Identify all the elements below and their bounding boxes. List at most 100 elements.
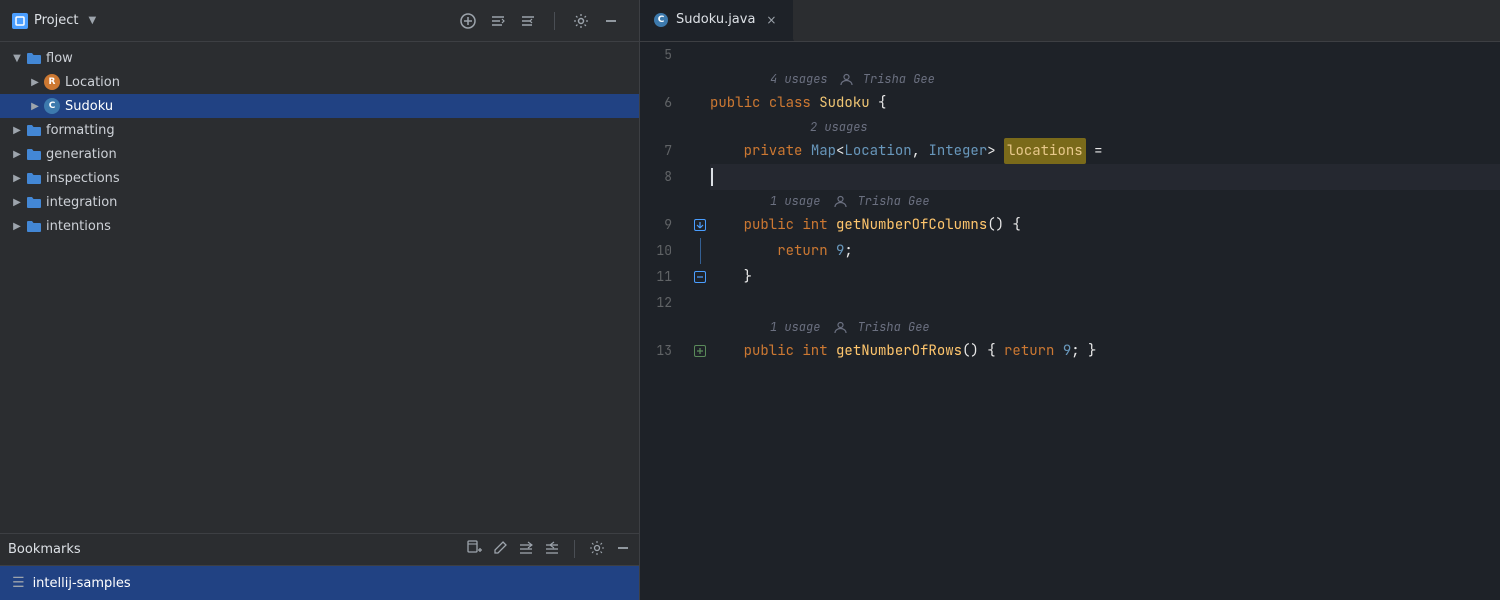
code-token-integer: Integer xyxy=(928,138,987,164)
tabs-container: C Sudoku.java × xyxy=(640,0,1500,41)
tree-arrow-location: ▶ xyxy=(26,77,44,88)
editor-gutter xyxy=(690,42,710,600)
folder-icon-formatting xyxy=(26,123,42,137)
tree-item-label-inspections: inspections xyxy=(46,171,120,186)
project-tree[interactable]: ▼ flow ▶ R Location ▶ C Sudok xyxy=(0,42,639,533)
line-num-5: 5 xyxy=(640,42,680,68)
line-num-7: 7 xyxy=(640,138,680,164)
code-token-location-type: Location xyxy=(844,138,911,164)
gutter-9 xyxy=(690,212,710,238)
hint-line-13-usages: 1 usage Trisha Gee xyxy=(710,316,1500,338)
code-line-10: return 9 ; xyxy=(710,238,1500,264)
c-badge-sudoku: C xyxy=(44,98,60,114)
bookmarks-title: Bookmarks xyxy=(8,542,460,557)
tree-item-label-formatting: formatting xyxy=(46,123,115,138)
line-num-13: 13 xyxy=(640,338,680,364)
code-line-11: } xyxy=(710,264,1500,290)
tree-item-integration[interactable]: ▶ integration xyxy=(0,190,639,214)
line-numbers: 5 6 7 8 9 10 11 12 13 xyxy=(640,42,690,600)
text-caret xyxy=(711,168,713,186)
add-icon[interactable] xyxy=(460,13,476,29)
code-token-public-1: public xyxy=(710,90,760,116)
bookmarks-item-label: intellij-samples xyxy=(33,576,131,591)
method-start-icon xyxy=(694,219,706,231)
code-line-9: public int getNumberOfColumns () { xyxy=(710,212,1500,238)
code-token-9-2: 9 xyxy=(1063,338,1071,364)
settings-icon[interactable] xyxy=(573,13,589,29)
tree-item-label-flow: flow xyxy=(46,51,73,66)
minus-icon[interactable] xyxy=(603,13,619,29)
tab-filename: Sudoku.java xyxy=(676,12,755,27)
tree-arrow-generation: ▶ xyxy=(8,149,26,160)
hint-line-9-usages: 1 usage Trisha Gee xyxy=(710,190,1500,212)
code-token-locations-highlighted: locations xyxy=(1004,138,1086,164)
code-token-class: class xyxy=(769,90,811,116)
project-dropdown-arrow[interactable]: ▼ xyxy=(88,15,96,26)
hint-line-6-usages: 4 usages Trisha Gee xyxy=(710,68,1500,90)
bookmarks-collapse-icon[interactable] xyxy=(518,540,534,560)
code-token-public-2: public xyxy=(710,212,794,238)
bookmarks-expand-icon[interactable] xyxy=(544,540,560,560)
tree-item-formatting[interactable]: ▶ formatting xyxy=(0,118,639,142)
code-token-getNumberOfColumns: getNumberOfColumns xyxy=(836,212,987,238)
line-num-11: 11 xyxy=(640,264,680,290)
gutter-11 xyxy=(690,264,710,290)
bm-separator xyxy=(574,540,575,558)
collapse-all-icon[interactable] xyxy=(490,13,506,29)
tree-item-label-location: Location xyxy=(65,75,120,90)
tab-sudoku-java[interactable]: C Sudoku.java × xyxy=(640,0,794,41)
code-lines[interactable]: 4 usages Trisha Gee public class Sudoku … xyxy=(710,42,1500,600)
tab-close-button[interactable]: × xyxy=(763,12,779,28)
code-token-int-2: int xyxy=(802,338,827,364)
bookmarks-header: Bookmarks xyxy=(0,534,639,566)
code-token-public-3: public xyxy=(710,338,794,364)
gutter-6 xyxy=(690,90,710,116)
tree-item-label-sudoku: Sudoku xyxy=(65,99,113,114)
tree-item-label-intentions: intentions xyxy=(46,219,111,234)
folder-icon-inspections xyxy=(26,171,42,185)
bookmarks-toolbar xyxy=(466,540,631,560)
tree-arrow-flow: ▼ xyxy=(8,53,26,64)
code-token-getNumberOfRows: getNumberOfRows xyxy=(836,338,962,364)
tree-item-intentions[interactable]: ▶ intentions xyxy=(0,214,639,238)
line-num-10: 10 xyxy=(640,238,680,264)
tree-item-flow[interactable]: ▼ flow xyxy=(0,46,639,70)
code-token-return-2: return xyxy=(1004,338,1054,364)
toolbar-separator xyxy=(554,12,555,30)
bookmarks-item-intellij-samples[interactable]: ☰ intellij-samples xyxy=(0,566,639,600)
code-token-map: Map xyxy=(811,138,836,164)
code-line-7: private Map < Location , Integer > locat… xyxy=(710,138,1500,164)
code-line-5 xyxy=(710,42,1500,68)
code-content: 5 6 7 8 9 10 11 12 13 xyxy=(640,42,1500,600)
bookmarks-settings-icon[interactable] xyxy=(589,540,605,560)
folder-icon-flow xyxy=(26,51,42,65)
project-panel-header: Project ▼ xyxy=(0,0,640,41)
bookmarks-edit-icon[interactable] xyxy=(492,540,508,560)
project-panel-title: Project xyxy=(34,13,78,28)
tree-item-label-integration: integration xyxy=(46,195,117,210)
top-bar: Project ▼ xyxy=(0,0,1500,42)
tree-arrow-integration: ▶ xyxy=(8,197,26,208)
tree-arrow-intentions: ▶ xyxy=(8,221,26,232)
project-panel-toolbar xyxy=(452,12,627,30)
bookmarks-minus-icon[interactable] xyxy=(615,540,631,560)
folder-icon-integration xyxy=(26,195,42,209)
folder-icon-intentions xyxy=(26,219,42,233)
line-num-8: 8 xyxy=(640,164,680,190)
bookmarks-add-icon[interactable] xyxy=(466,540,482,560)
expand-all-icon[interactable] xyxy=(520,13,536,29)
gutter-7 xyxy=(690,138,710,164)
code-line-6: public class Sudoku { xyxy=(710,90,1500,116)
tree-item-generation[interactable]: ▶ generation xyxy=(0,142,639,166)
r-badge-location: R xyxy=(44,74,60,90)
bookmarks-list-icon: ☰ xyxy=(12,575,25,591)
folder-icon-generation xyxy=(26,147,42,161)
gutter-12 xyxy=(690,290,710,316)
tree-item-location[interactable]: ▶ R Location xyxy=(0,70,639,94)
code-line-12 xyxy=(710,290,1500,316)
tree-item-sudoku[interactable]: ▶ C Sudoku xyxy=(0,94,639,118)
method-expand-icon xyxy=(694,345,706,357)
editor-area[interactable]: 5 6 7 8 9 10 11 12 13 xyxy=(640,42,1500,600)
tree-item-inspections[interactable]: ▶ inspections xyxy=(0,166,639,190)
line-num-9: 9 xyxy=(640,212,680,238)
